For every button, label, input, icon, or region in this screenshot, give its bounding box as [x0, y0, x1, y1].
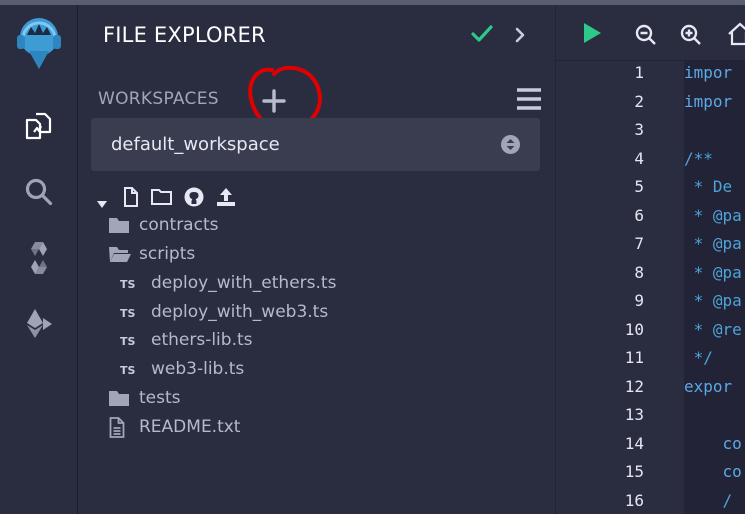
select-arrows-icon [501, 135, 520, 154]
code-line[interactable]: / [684, 491, 733, 510]
line-number: 6 [634, 205, 644, 225]
line-number: 12 [624, 376, 644, 396]
tree-folder-scripts[interactable]: scripts [78, 241, 538, 269]
tree-item-label: contracts [139, 215, 219, 235]
line-number: 4 [634, 148, 644, 168]
tree-file-deploy-with-web3[interactable]: TS deploy_with_web3.ts [78, 299, 538, 327]
tree-file-ethers-lib[interactable]: TS ethers-lib.ts [78, 327, 538, 355]
solidity-compiler-icon[interactable] [0, 233, 77, 283]
plus-icon[interactable] [262, 89, 286, 113]
upload-icon[interactable] [216, 187, 236, 211]
zoom-out-icon[interactable] [635, 24, 657, 50]
workspace-select[interactable]: default_workspace [91, 118, 540, 171]
code-line[interactable]: * @pa [684, 291, 742, 310]
typescript-badge: TS [120, 307, 136, 320]
file-explorer-icon[interactable] [0, 101, 77, 151]
line-number: 15 [624, 462, 644, 481]
zoom-in-icon[interactable] [680, 24, 702, 50]
new-file-icon[interactable] [123, 187, 138, 211]
line-number: 3 [634, 120, 644, 139]
line-number: 16 [624, 490, 644, 510]
tree-folder-tests[interactable]: tests [78, 385, 538, 413]
code-line[interactable]: * @pa [684, 263, 742, 282]
typescript-badge: TS [120, 278, 136, 291]
editor-toolbar [556, 5, 745, 60]
chevron-right-icon[interactable] [514, 27, 526, 47]
tree-item-label: deploy_with_ethers.ts [151, 273, 337, 293]
tree-item-label: tests [139, 388, 181, 408]
code-line[interactable]: * @pa [684, 206, 742, 225]
code-line[interactable]: co [684, 462, 742, 481]
text-file-icon [109, 417, 125, 442]
tree-folder-contracts[interactable]: contracts [78, 212, 538, 240]
tree-file-deploy-with-ethers[interactable]: TS deploy_with_ethers.ts [78, 270, 538, 298]
icon-rail [0, 5, 77, 514]
line-number: 9 [634, 291, 644, 310]
code-line[interactable]: */ [684, 348, 713, 367]
search-icon[interactable] [0, 167, 77, 217]
line-number: 7 [634, 234, 644, 253]
hamburger-menu-icon[interactable] [516, 87, 542, 111]
new-folder-icon[interactable] [151, 188, 172, 209]
tree-item-label: ethers-lib.ts [151, 330, 253, 350]
code-line[interactable]: expor [684, 377, 732, 396]
workspace-select-value: default_workspace [111, 134, 280, 155]
line-number: 2 [634, 91, 644, 111]
caret-down-icon[interactable] [96, 194, 108, 213]
folder-icon [108, 216, 130, 238]
tree-item-label: web3-lib.ts [151, 359, 245, 379]
code-editor: 1 impor 2 impor 3 4 /** 5 * De 6 * @pa 7 * @pa 8 *… [556, 5, 745, 514]
check-icon [471, 25, 493, 47]
folder-icon [108, 389, 130, 411]
code-line[interactable]: * @pa [684, 234, 742, 253]
line-number: 1 [634, 63, 644, 82]
tree-item-label: README.txt [139, 417, 241, 437]
deploy-run-icon[interactable] [0, 299, 77, 349]
run-icon[interactable] [582, 22, 602, 48]
code-line[interactable]: co [684, 434, 742, 453]
workspaces-label: WORKSPACES [98, 89, 219, 109]
code-line[interactable]: /** [684, 149, 713, 168]
code-line[interactable]: impor [684, 63, 732, 82]
tree-item-label: scripts [139, 244, 196, 264]
line-number: 8 [634, 262, 644, 282]
line-number: 11 [624, 348, 644, 367]
panel-title: FILE EXPLORER [103, 23, 266, 47]
folder-open-icon [108, 245, 132, 267]
tree-item-label: deploy_with_web3.ts [151, 302, 329, 322]
code-line[interactable]: * De [684, 177, 733, 196]
file-explorer-panel: FILE EXPLORER WORKSPACES default_workspa… [78, 5, 555, 514]
line-number: 13 [624, 405, 644, 424]
home-icon[interactable] [728, 22, 745, 50]
line-number: 10 [624, 319, 644, 339]
typescript-badge: TS [120, 335, 136, 348]
code-line[interactable]: impor [684, 92, 732, 111]
tree-file-readme[interactable]: README.txt [78, 414, 538, 442]
tree-file-web3-lib[interactable]: TS web3-lib.ts [78, 356, 538, 384]
remix-logo-icon[interactable] [0, 7, 77, 79]
github-icon[interactable] [184, 187, 204, 211]
line-number: 5 [634, 177, 644, 196]
line-number: 14 [624, 433, 644, 453]
code-line[interactable]: * @re [684, 320, 742, 339]
typescript-badge: TS [120, 364, 136, 377]
